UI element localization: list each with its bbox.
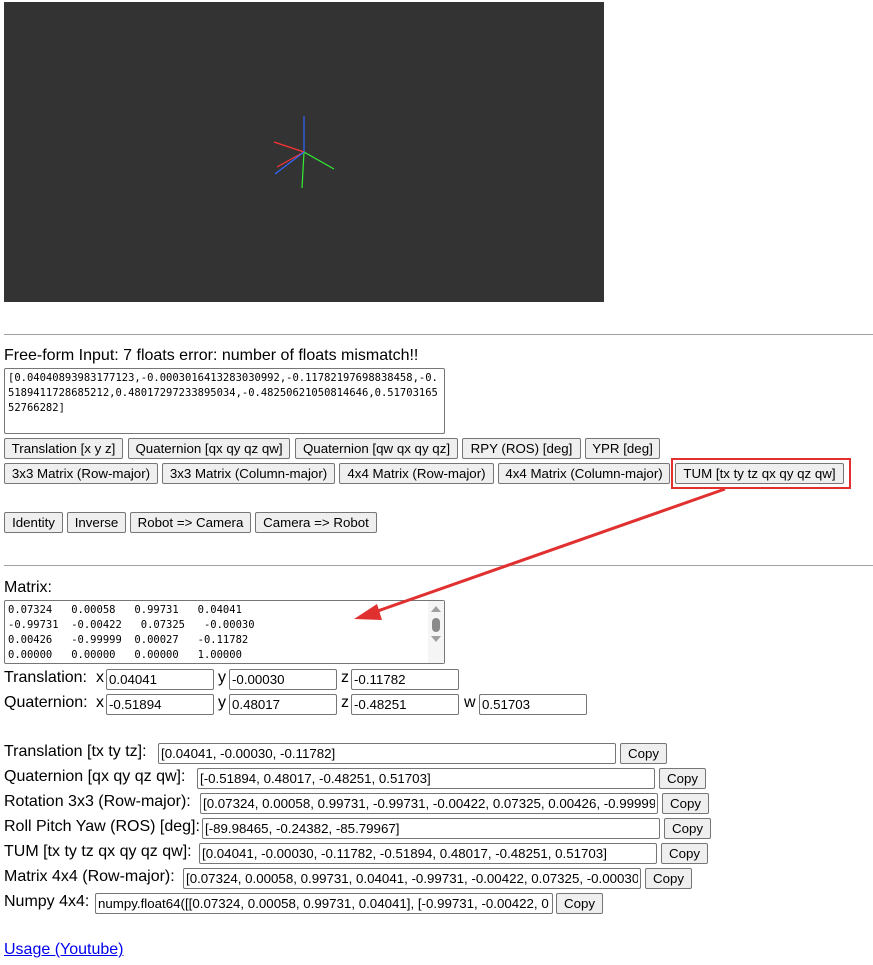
annotation-arrow-line — [371, 487, 726, 615]
scroll-thumb[interactable] — [432, 618, 440, 632]
translation-z-input[interactable] — [351, 669, 459, 690]
output-translation-label: Translation [tx ty tz]: — [4, 743, 147, 760]
translation-x-label: x — [96, 669, 104, 686]
copy-rpy-button[interactable]: Copy — [664, 818, 711, 839]
ypr-format-button[interactable]: YPR [deg] — [585, 438, 660, 459]
quaternion-y-label: y — [218, 694, 226, 711]
world-y-axis — [303, 151, 335, 170]
pose-y-axis — [301, 151, 305, 189]
copy-matrix44-button[interactable]: Copy — [645, 868, 692, 889]
quaternion-z-input[interactable] — [351, 694, 459, 715]
output-rpy-label: Roll Pitch Yaw (ROS) [deg]: — [4, 818, 200, 835]
matrix33-row-major-button[interactable]: 3x3 Matrix (Row-major) — [4, 463, 158, 484]
scroll-down-arrow-icon[interactable] — [431, 636, 441, 642]
copy-rotation-button[interactable]: Copy — [662, 793, 709, 814]
rpy-format-button[interactable]: RPY (ROS) [deg] — [462, 438, 581, 459]
output-translation-field[interactable] — [158, 743, 616, 764]
pose-x-axis — [276, 151, 305, 168]
quaternion-w-input[interactable] — [479, 694, 587, 715]
translation-format-button[interactable]: Translation [x y z] — [4, 438, 123, 459]
copy-quaternion-button[interactable]: Copy — [659, 768, 706, 789]
robot-to-camera-button[interactable]: Robot => Camera — [130, 512, 251, 533]
translation-y-label: y — [218, 669, 226, 686]
matrix33-column-major-button[interactable]: 3x3 Matrix (Column-major) — [162, 463, 335, 484]
inverse-button[interactable]: Inverse — [67, 512, 126, 533]
matrix-scrollbar[interactable] — [428, 601, 444, 663]
quaternion-y-input[interactable] — [229, 694, 337, 715]
camera-to-robot-button[interactable]: Camera => Robot — [255, 512, 377, 533]
copy-numpy-button[interactable]: Copy — [556, 893, 603, 914]
quaternion-w-label: w — [464, 694, 476, 711]
scroll-up-arrow-icon[interactable] — [431, 606, 441, 612]
matrix44-row-major-button[interactable]: 4x4 Matrix (Row-major) — [339, 463, 494, 484]
pose-axes-gizmo — [273, 116, 335, 189]
output-tum-label: TUM [tx ty tz qx qy qz qw]: — [4, 843, 192, 860]
output-numpy-label: Numpy 4x4: — [4, 893, 90, 910]
pose-z-axis — [274, 151, 305, 175]
3d-viewport[interactable] — [4, 2, 604, 302]
output-matrix44-field[interactable] — [183, 868, 641, 889]
divider — [4, 565, 873, 566]
translation-label: Translation: — [4, 669, 87, 686]
copy-translation-button[interactable]: Copy — [620, 743, 667, 764]
output-rotation-label: Rotation 3x3 (Row-major): — [4, 793, 191, 810]
output-quaternion-field[interactable] — [197, 768, 655, 789]
quaternion-x-input[interactable] — [106, 694, 214, 715]
world-x-axis — [273, 141, 305, 153]
matrix-textarea[interactable]: 0.07324 0.00058 0.99731 0.04041 -0.99731… — [4, 600, 445, 664]
quaternion-label: Quaternion: — [4, 694, 88, 711]
annotation-highlight-box — [671, 458, 851, 489]
identity-button[interactable]: Identity — [4, 512, 63, 533]
output-matrix44-label: Matrix 4x4 (Row-major): — [4, 868, 175, 885]
output-rpy-field[interactable] — [202, 818, 660, 839]
freeform-status-label: Free-form Input: 7 floats error: number … — [4, 347, 419, 364]
output-numpy-field[interactable] — [95, 893, 553, 914]
output-rotation-field[interactable] — [200, 793, 658, 814]
output-tum-field[interactable] — [199, 843, 657, 864]
copy-tum-button[interactable]: Copy — [661, 843, 708, 864]
usage-youtube-link[interactable]: Usage (Youtube) — [4, 941, 124, 959]
freeform-input[interactable]: [0.04040893983177123,-0.0003016413283030… — [4, 368, 445, 434]
output-quaternion-label: Quaternion [qx qy qz qw]: — [4, 768, 186, 785]
quaternion-wxyz-format-button[interactable]: Quaternion [qw qx qy qz] — [295, 438, 458, 459]
matrix44-column-major-button[interactable]: 4x4 Matrix (Column-major) — [498, 463, 670, 484]
translation-y-input[interactable] — [229, 669, 337, 690]
translation-z-label: z — [341, 669, 349, 686]
quaternion-z-label: z — [341, 694, 349, 711]
quaternion-x-label: x — [96, 694, 104, 711]
quaternion-xyzw-format-button[interactable]: Quaternion [qx qy qz qw] — [128, 438, 290, 459]
translation-x-input[interactable] — [106, 669, 214, 690]
divider — [4, 334, 873, 335]
matrix-label: Matrix: — [4, 579, 52, 596]
